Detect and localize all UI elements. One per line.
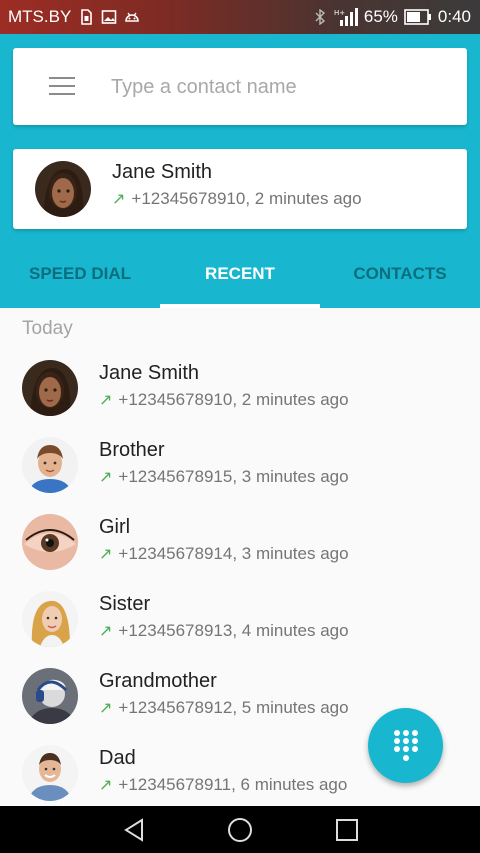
tab-bar: SPEED DIAL RECENT CONTACTS bbox=[0, 245, 480, 308]
status-bar: MTS.BY H+ 65% 0:40 bbox=[0, 0, 480, 34]
dialpad-icon bbox=[393, 729, 418, 761]
dialpad-button[interactable] bbox=[368, 708, 443, 783]
outgoing-call-icon: ↗ bbox=[99, 469, 113, 486]
recents-icon[interactable] bbox=[335, 818, 359, 842]
section-header: Today bbox=[22, 318, 73, 339]
avatar bbox=[22, 668, 78, 724]
call-detail: ↗ +12345678914, 3 minutes ago bbox=[99, 544, 349, 563]
outgoing-call-icon: ↗ bbox=[99, 546, 113, 563]
image-icon bbox=[101, 10, 117, 24]
avatar bbox=[22, 514, 78, 570]
carrier-name: MTS.BY bbox=[8, 7, 72, 26]
navigation-bar bbox=[0, 806, 480, 853]
avatar bbox=[22, 437, 78, 493]
contact-name: Girl bbox=[99, 516, 131, 538]
android-icon bbox=[125, 12, 140, 22]
tab-speed-dial[interactable]: SPEED DIAL bbox=[0, 245, 160, 308]
contact-name: Grandmother bbox=[99, 670, 217, 692]
avatar bbox=[22, 745, 78, 801]
clock: 0:40 bbox=[437, 7, 471, 26]
last-call-card[interactable]: Jane Smith ↗ +12345678910, 2 minutes ago bbox=[13, 149, 467, 229]
contact-name: Brother bbox=[99, 439, 165, 461]
last-call-number: +12345678910, 2 minutes ago bbox=[131, 189, 362, 208]
header: Jane Smith ↗ +12345678910, 2 minutes ago… bbox=[0, 34, 480, 308]
bluetooth-icon bbox=[315, 9, 325, 25]
home-icon[interactable] bbox=[227, 817, 253, 843]
outgoing-call-icon: ↗ bbox=[99, 777, 113, 794]
search-input[interactable] bbox=[109, 66, 443, 108]
svg-text:H+: H+ bbox=[334, 9, 345, 17]
search-card bbox=[13, 48, 467, 125]
avatar bbox=[22, 360, 78, 416]
signal-icon: H+ bbox=[334, 8, 358, 26]
list-item[interactable]: Jane Smith ↗ +12345678910, 2 minutes ago bbox=[0, 350, 480, 427]
battery-percent: 65% bbox=[363, 7, 398, 26]
call-detail: ↗ +12345678910, 2 minutes ago bbox=[99, 390, 349, 409]
last-call-name: Jane Smith bbox=[112, 161, 213, 183]
contact-name: Sister bbox=[99, 593, 151, 615]
avatar bbox=[35, 161, 91, 217]
list-item[interactable]: Girl ↗ +12345678914, 3 minutes ago bbox=[0, 504, 480, 581]
last-call-detail: ↗ +12345678910, 2 minutes ago bbox=[112, 189, 362, 209]
call-detail: ↗ +12345678911, 6 minutes ago bbox=[99, 775, 348, 794]
sim-card-icon bbox=[81, 9, 93, 25]
outgoing-call-icon: ↗ bbox=[99, 623, 113, 640]
outgoing-call-icon: ↗ bbox=[99, 392, 113, 409]
call-detail: ↗ +12345678912, 5 minutes ago bbox=[99, 698, 349, 717]
back-icon[interactable] bbox=[122, 818, 146, 842]
outgoing-call-icon: ↗ bbox=[99, 700, 113, 717]
list-item[interactable]: Brother ↗ +12345678915, 3 minutes ago bbox=[0, 427, 480, 504]
avatar bbox=[22, 591, 78, 647]
tab-contacts[interactable]: CONTACTS bbox=[320, 245, 480, 308]
outgoing-call-icon: ↗ bbox=[112, 191, 126, 208]
menu-icon[interactable] bbox=[49, 77, 75, 97]
contact-name: Dad bbox=[99, 747, 136, 769]
contact-name: Jane Smith bbox=[99, 362, 200, 384]
tab-recent[interactable]: RECENT bbox=[160, 245, 320, 308]
call-detail: ↗ +12345678913, 4 minutes ago bbox=[99, 621, 349, 640]
battery-icon bbox=[404, 9, 431, 25]
call-detail: ↗ +12345678915, 3 minutes ago bbox=[99, 467, 349, 486]
list-item[interactable]: Sister ↗ +12345678913, 4 minutes ago bbox=[0, 581, 480, 658]
